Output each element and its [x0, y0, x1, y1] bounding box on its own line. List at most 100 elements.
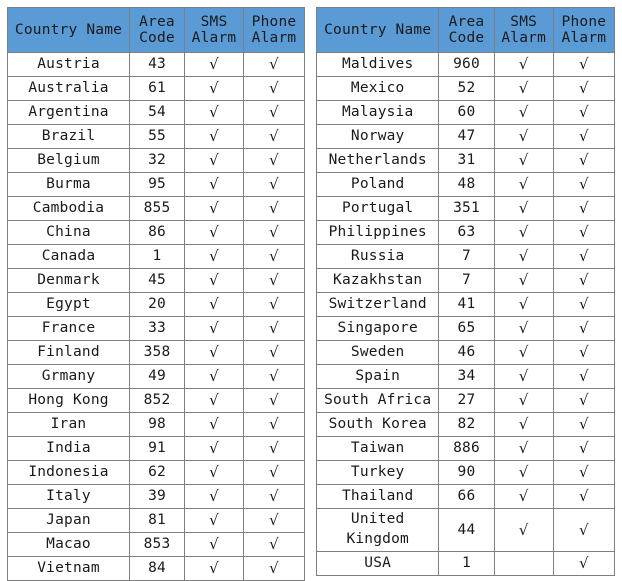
cell-name: China [7, 220, 130, 245]
cell-name: Sweden [315, 340, 440, 365]
table-row[interactable]: Indonesia 62 √ √ [7, 460, 305, 485]
cell-sms: √ [493, 340, 554, 365]
cell-code: 351 [438, 196, 495, 221]
table-row[interactable]: Singapore 65 √ √ [315, 316, 616, 341]
column-header-area-code[interactable]: Area Code [438, 7, 495, 53]
table-row[interactable]: Iran 98 √ √ [7, 412, 305, 437]
cell-code: 86 [129, 220, 185, 245]
table-row[interactable]: Kazakhstan 7 √ √ [315, 268, 616, 293]
table-row[interactable]: USA 1 √ [315, 551, 616, 576]
table-row[interactable]: Russia 7 √ √ [315, 244, 616, 269]
table-row[interactable]: Vietnam 84 √ √ [7, 556, 305, 581]
cell-code: 66 [438, 484, 495, 509]
column-header-phone-alarm[interactable]: Phone Alarm [243, 7, 305, 53]
table-row[interactable]: South Africa 27 √ √ [315, 388, 616, 413]
table-row[interactable]: Sweden 46 √ √ [315, 340, 616, 365]
table-row[interactable]: Finland 358 √ √ [7, 340, 305, 365]
cell-sms: √ [184, 388, 244, 413]
table-row[interactable]: Portugal 351 √ √ [315, 196, 616, 221]
table-row[interactable]: Poland 48 √ √ [315, 172, 616, 197]
cell-code: 852 [129, 388, 185, 413]
header-label-line: Phone [561, 13, 607, 30]
cell-code: 358 [129, 340, 185, 365]
cell-sms: √ [184, 556, 244, 581]
cell-phone: √ [552, 172, 616, 197]
table-body-left: Austria 43 √ √ Australia 61 √ √ Argentina 54 √ √ Bra… [7, 52, 305, 581]
cell-sms: √ [493, 364, 554, 389]
cell-phone: √ [552, 220, 616, 245]
table-row[interactable]: Philippines 63 √ √ [315, 220, 616, 245]
cell-phone: √ [243, 364, 305, 389]
table-row[interactable]: Austria 43 √ √ [7, 52, 305, 77]
cell-code: 1 [129, 244, 185, 269]
cell-sms: √ [493, 436, 554, 461]
column-header-country-name[interactable]: Country Name [315, 7, 440, 53]
table-row[interactable]: China 86 √ √ [7, 220, 305, 245]
table-row[interactable]: Burma 95 √ √ [7, 172, 305, 197]
column-header-sms-alarm[interactable]: SMS Alarm [184, 7, 244, 53]
table-row[interactable]: Taiwan 886 √ √ [315, 436, 616, 461]
cell-code: 84 [129, 556, 185, 581]
table-row[interactable]: Canada 1 √ √ [7, 244, 305, 269]
table-row[interactable]: Maldives 960 √ √ [315, 52, 616, 77]
cell-sms: √ [184, 100, 244, 125]
cell-code: 82 [438, 412, 495, 437]
cell-sms: √ [493, 196, 554, 221]
cell-code: 63 [438, 220, 495, 245]
cell-sms: √ [493, 100, 554, 125]
table-row[interactable]: Brazil 55 √ √ [7, 124, 305, 149]
table-row[interactable]: Japan 81 √ √ [7, 508, 305, 533]
table-row[interactable]: South Korea 82 √ √ [315, 412, 616, 437]
cell-sms: √ [184, 196, 244, 221]
column-header-sms-alarm[interactable]: SMS Alarm [493, 7, 554, 53]
column-header-country-name[interactable]: Country Name [7, 7, 130, 53]
table-row[interactable]: Egypt 20 √ √ [7, 292, 305, 317]
table-row[interactable]: Thailand 66 √ √ [315, 484, 616, 509]
header-label-line: Alarm [561, 30, 607, 46]
table-row[interactable]: Switzerland 41 √ √ [315, 292, 616, 317]
cell-sms [493, 551, 554, 576]
table-row[interactable]: Mexico 52 √ √ [315, 76, 616, 101]
cell-phone: √ [552, 52, 616, 77]
table-row[interactable]: Netherlands 31 √ √ [315, 148, 616, 173]
table-row[interactable]: Italy 39 √ √ [7, 484, 305, 509]
cell-name: Maldives [315, 52, 440, 77]
table-row[interactable]: Australia 61 √ √ [7, 76, 305, 101]
column-header-area-code[interactable]: Area Code [129, 7, 185, 53]
cell-phone: √ [243, 100, 305, 125]
cell-code: 39 [129, 484, 185, 509]
cell-phone: √ [552, 292, 616, 317]
table-row[interactable]: Norway 47 √ √ [315, 124, 616, 149]
table-row[interactable]: India 91 √ √ [7, 436, 305, 461]
cell-phone: √ [552, 484, 616, 509]
table-row[interactable]: Denmark 45 √ √ [7, 268, 305, 293]
table-row[interactable]: Hong Kong 852 √ √ [7, 388, 305, 413]
table-row[interactable]: Grmany 49 √ √ [7, 364, 305, 389]
cell-phone: √ [552, 460, 616, 485]
cell-code: 43 [129, 52, 185, 77]
country-area-code-table-right: Country Name Area Code SMS Alarm Phone Alarm M… [315, 7, 616, 576]
cell-code: 886 [438, 436, 495, 461]
table-row[interactable]: Argentina 54 √ √ [7, 100, 305, 125]
cell-sms: √ [184, 484, 244, 509]
page-root: Country Name Area Code SMS Alarm Phone Alarm A… [0, 0, 622, 581]
column-header-phone-alarm[interactable]: Phone Alarm [552, 7, 616, 53]
table-row[interactable]: United Kingdom 44 √ √ [315, 508, 616, 552]
table-row[interactable]: Malaysia 60 √ √ [315, 100, 616, 125]
cell-code: 31 [438, 148, 495, 173]
cell-phone: √ [552, 340, 616, 365]
table-row[interactable]: Spain 34 √ √ [315, 364, 616, 389]
header-row: Country Name Area Code SMS Alarm Phone Alarm [7, 7, 305, 53]
header-label-line: Alarm [251, 30, 297, 46]
cell-phone: √ [552, 148, 616, 173]
cell-phone: √ [243, 196, 305, 221]
cell-phone: √ [243, 76, 305, 101]
table-row[interactable]: Belgium 32 √ √ [7, 148, 305, 173]
table-row[interactable]: Turkey 90 √ √ [315, 460, 616, 485]
table-row[interactable]: Cambodia 855 √ √ [7, 196, 305, 221]
cell-phone: √ [243, 436, 305, 461]
table-row[interactable]: Macao 853 √ √ [7, 532, 305, 557]
cell-name: United Kingdom [315, 508, 440, 552]
table-header-right: Country Name Area Code SMS Alarm Phone Alarm [315, 7, 616, 53]
table-row[interactable]: France 33 √ √ [7, 316, 305, 341]
